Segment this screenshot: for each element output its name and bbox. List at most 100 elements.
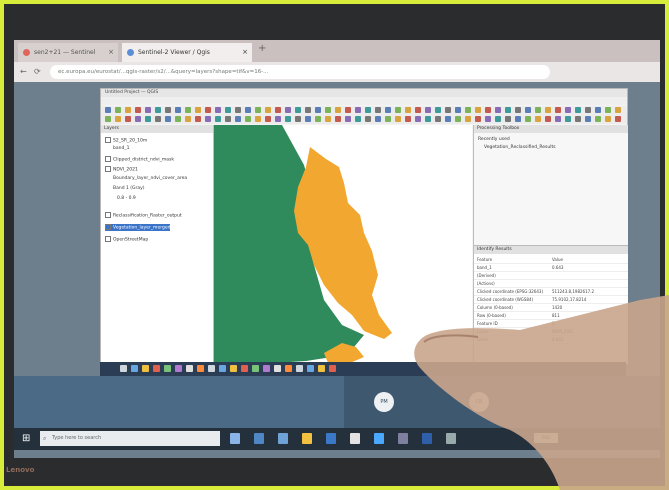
- toolbar-button-icon[interactable]: [585, 107, 591, 113]
- toolbar-button-icon[interactable]: [575, 116, 581, 122]
- toolbar-button-icon[interactable]: [215, 116, 221, 122]
- toolbar-button-icon[interactable]: [505, 107, 511, 113]
- toolbar-button-icon[interactable]: [125, 107, 131, 113]
- toolbar-button-icon[interactable]: [595, 107, 601, 113]
- layer-item[interactable]: Boundary_layer_ndvi_cover_area: [113, 176, 187, 181]
- toolbar-button-icon[interactable]: [145, 107, 151, 113]
- toolbar-button-icon[interactable]: [475, 107, 481, 113]
- taskbar-app-icon[interactable]: [208, 365, 215, 372]
- toolbar-button-icon[interactable]: [395, 107, 401, 113]
- toolbar-button-icon[interactable]: [535, 116, 541, 122]
- layer-item[interactable]: band_1: [113, 146, 129, 151]
- toolbar-button-icon[interactable]: [325, 116, 331, 122]
- taskbar-pinned-app-icon[interactable]: [350, 433, 360, 444]
- toolbar-button-icon[interactable]: [365, 116, 371, 122]
- toolbar-button-icon[interactable]: [295, 107, 301, 113]
- toolbar-button-icon[interactable]: [525, 116, 531, 122]
- toolbar-button-icon[interactable]: [255, 107, 261, 113]
- toolbar-button-icon[interactable]: [295, 116, 301, 122]
- toolbar-button-icon[interactable]: [265, 116, 271, 122]
- taskbar-app-icon[interactable]: [318, 365, 325, 372]
- toolbar-button-icon[interactable]: [345, 116, 351, 122]
- participant-button[interactable]: PM: [374, 392, 394, 412]
- toolbar-button-icon[interactable]: [455, 116, 461, 122]
- taskbar-pinned-app-icon[interactable]: [230, 433, 240, 444]
- layer-item[interactable]: Clipped_district_ndvi_mask: [105, 156, 174, 163]
- toolbar-button-icon[interactable]: [235, 107, 241, 113]
- toolbar-button-icon[interactable]: [515, 107, 521, 113]
- toolbar-button-icon[interactable]: [135, 107, 141, 113]
- toolbar-button-icon[interactable]: [375, 107, 381, 113]
- toolbar-button-icon[interactable]: [175, 107, 181, 113]
- toolbar-button-icon[interactable]: [235, 116, 241, 122]
- toolbar-button-icon[interactable]: [275, 107, 281, 113]
- toolbar-button-icon[interactable]: [225, 116, 231, 122]
- toolbar-button-icon[interactable]: [265, 107, 271, 113]
- toolbar-button-icon[interactable]: [435, 107, 441, 113]
- toolbar-button-icon[interactable]: [335, 107, 341, 113]
- toolbar-button-icon[interactable]: [185, 107, 191, 113]
- toolbar-button-icon[interactable]: [305, 116, 311, 122]
- toolbar-button-icon[interactable]: [315, 116, 321, 122]
- toolbar-button-icon[interactable]: [555, 107, 561, 113]
- toolbar-button-icon[interactable]: [105, 107, 111, 113]
- toolbar-button-icon[interactable]: [215, 107, 221, 113]
- toolbar-button-icon[interactable]: [595, 116, 601, 122]
- checkbox-icon[interactable]: [105, 156, 111, 162]
- toolbar-button-icon[interactable]: [155, 107, 161, 113]
- toolbar-button-icon[interactable]: [385, 116, 391, 122]
- url-field[interactable]: ec.europa.eu/eurostat/...qgis-raster/s2/…: [50, 65, 550, 79]
- toolbar-button-icon[interactable]: [385, 107, 391, 113]
- taskbar-app-icon[interactable]: [285, 365, 292, 372]
- taskbar-app-icon[interactable]: [230, 365, 237, 372]
- taskbar-app-icon[interactable]: [329, 365, 336, 372]
- taskbar-pinned-app-icon[interactable]: [302, 433, 312, 444]
- taskbar-pinned-app-icon[interactable]: [278, 433, 288, 444]
- toolbar-button-icon[interactable]: [545, 107, 551, 113]
- toolbar-button-icon[interactable]: [485, 116, 491, 122]
- taskbar-app-icon[interactable]: [164, 365, 171, 372]
- toolbar-button-icon[interactable]: [425, 107, 431, 113]
- taskbar-app-icon[interactable]: [252, 365, 259, 372]
- layer-item[interactable]: Band 1 (Gray): [113, 186, 145, 191]
- new-tab-button[interactable]: +: [258, 43, 266, 54]
- toolbar-button-icon[interactable]: [275, 116, 281, 122]
- toolbar-button-icon[interactable]: [245, 107, 251, 113]
- layer-item[interactable]: NDVI_2021: [105, 166, 138, 173]
- layer-item[interactable]: 0.8 - 0.9: [117, 196, 136, 201]
- toolbar-button-icon[interactable]: [205, 107, 211, 113]
- toolbar-button-icon[interactable]: [505, 116, 511, 122]
- toolbar-button-icon[interactable]: [455, 107, 461, 113]
- layer-item-selected[interactable]: Vegetation_layer_merged: [105, 224, 171, 231]
- property-row[interactable]: band_1 0.643: [474, 264, 628, 272]
- property-row[interactable]: (Derived): [474, 272, 628, 280]
- toolbar-button-icon[interactable]: [255, 116, 261, 122]
- toolbar-button-icon[interactable]: [325, 107, 331, 113]
- taskbar-app-icon[interactable]: [153, 365, 160, 372]
- toolbar-button-icon[interactable]: [125, 116, 131, 122]
- toolbar-button-icon[interactable]: [115, 107, 121, 113]
- toolbar-button-icon[interactable]: [435, 116, 441, 122]
- toolbar-button-icon[interactable]: [195, 107, 201, 113]
- property-row[interactable]: Feature Value: [474, 256, 628, 264]
- taskbar-app-icon[interactable]: [175, 365, 182, 372]
- taskbar-pinned-app-icon[interactable]: [374, 433, 384, 444]
- taskbar-app-icon[interactable]: [307, 365, 314, 372]
- close-icon[interactable]: ×: [108, 43, 114, 62]
- toolbar-button-icon[interactable]: [285, 116, 291, 122]
- toolbar-button-icon[interactable]: [155, 116, 161, 122]
- toolbar-button-icon[interactable]: [205, 116, 211, 122]
- checkbox-icon[interactable]: [105, 166, 111, 172]
- toolbar-button-icon[interactable]: [415, 107, 421, 113]
- toolbar-button-icon[interactable]: [395, 116, 401, 122]
- toolbar-button-icon[interactable]: [185, 116, 191, 122]
- checkbox-icon[interactable]: [105, 212, 111, 218]
- toolbar-button-icon[interactable]: [405, 107, 411, 113]
- layer-item[interactable]: OpenStreetMap: [105, 236, 148, 243]
- toolbar-button-icon[interactable]: [305, 107, 311, 113]
- toolbar-button-icon[interactable]: [145, 116, 151, 122]
- toolbar-button-icon[interactable]: [535, 107, 541, 113]
- toolbar-button-icon[interactable]: [365, 107, 371, 113]
- toolbar-button-icon[interactable]: [495, 107, 501, 113]
- taskbar-app-icon[interactable]: [142, 365, 149, 372]
